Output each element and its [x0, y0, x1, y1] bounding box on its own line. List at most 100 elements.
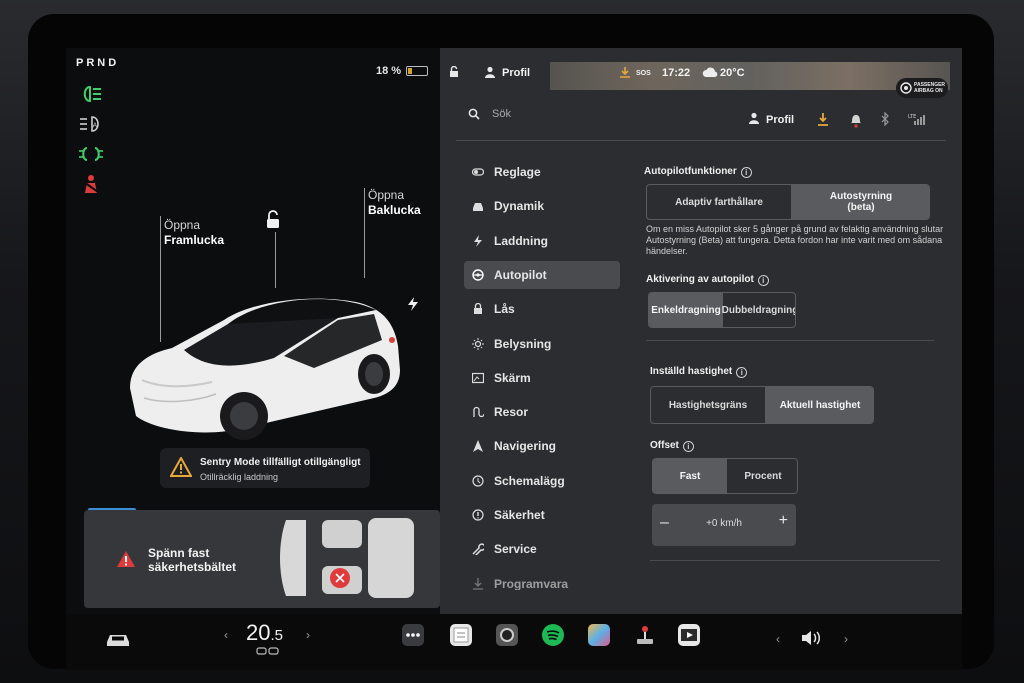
unlock-icon[interactable]	[264, 210, 282, 230]
increase-button[interactable]: +	[779, 512, 788, 530]
lock-status-icon[interactable]	[448, 66, 460, 78]
sentry-mode-notice[interactable]: Sentry Mode tillfälligt otillgängligt Ot…	[160, 448, 370, 488]
frunk-label-2: Framlucka	[164, 233, 225, 247]
steering-wheel-icon	[472, 269, 484, 281]
search-icon[interactable]	[468, 108, 480, 120]
weather-icon	[702, 67, 718, 77]
menu-item-autopilot[interactable]: Autopilot	[464, 260, 620, 289]
menu-item-label: Skärm	[494, 370, 531, 385]
option-speed-limit[interactable]: Hastighetsgräns	[651, 387, 765, 423]
joystick-icon[interactable]	[634, 624, 656, 646]
car-icon[interactable]	[104, 630, 132, 648]
option-adaptive-cruise[interactable]: Adaptiv farthållare	[647, 185, 791, 219]
autopilot-features-title: Autopilotfunktioner i	[644, 166, 752, 178]
seatbelt-alert-card[interactable]: Spänn fast säkerhetsbältet	[84, 510, 440, 608]
toggle-icon	[472, 168, 484, 176]
offset-stepper: – +0 km/h +	[652, 504, 796, 546]
autopilot-features-selector[interactable]: Adaptiv farthållare Autostyrning (beta)	[646, 184, 930, 220]
headlight-icon	[83, 85, 101, 103]
menu-item-label: Navigering	[494, 439, 557, 454]
trunk-callout[interactable]: Öppna Baklucka	[368, 188, 421, 218]
header-profile-icon[interactable]	[748, 112, 760, 124]
menu-item-label: Säkerhet	[494, 508, 545, 522]
option-fixed[interactable]: Fast	[653, 459, 727, 493]
offset-selector[interactable]: Fast Procent	[652, 458, 798, 494]
menu-item-label: Service	[494, 542, 537, 557]
trunk-label-2: Baklucka	[368, 203, 421, 217]
notification-bell-icon[interactable]	[850, 112, 862, 128]
menu-item-sk-rm[interactable]: Skärm	[464, 364, 620, 392]
activation-title-text: Aktivering av autopilot	[646, 274, 754, 285]
volume-icon[interactable]	[800, 628, 824, 648]
autopilot-features-title-text: Autopilotfunktioner	[644, 166, 737, 177]
warning-triangle-icon	[170, 457, 192, 477]
clock: 17:22	[662, 67, 691, 79]
info-icon[interactable]: i	[736, 367, 748, 378]
cabin-temperature-int: 20	[246, 620, 271, 645]
option-current-speed[interactable]: Aktuell hastighet	[765, 387, 873, 423]
notes-icon[interactable]	[450, 624, 472, 646]
seat-heater-icon[interactable]	[256, 646, 280, 656]
car-icon	[473, 203, 483, 212]
volume-up-chevron[interactable]: ›	[844, 632, 848, 646]
spotify-icon[interactable]	[542, 624, 564, 646]
info-icon[interactable]: i	[682, 441, 694, 452]
header-profile-label[interactable]: Profil	[766, 114, 794, 126]
software-update-icon[interactable]	[816, 112, 830, 126]
menu-item-programvara[interactable]: Programvara	[464, 570, 620, 590]
menu-item-schemal-gg[interactable]: Schemalägg	[464, 467, 620, 495]
section-divider	[646, 340, 934, 341]
temp-down-chevron[interactable]: ‹	[224, 628, 228, 642]
option-single-pull[interactable]: Enkeldragning	[649, 293, 723, 327]
activation-title: Aktivering av autopilot i	[646, 274, 769, 286]
menu-item-belysning[interactable]: Belysning	[464, 330, 620, 358]
volume-down-chevron[interactable]: ‹	[776, 632, 780, 646]
menu-item-resor[interactable]: Resor	[464, 398, 620, 426]
passenger-airbag-indicator: PASSENGER AIRBAG ON	[896, 78, 948, 98]
option-double-pull[interactable]: Dubbeldragning	[722, 293, 795, 327]
svg-text:A: A	[93, 122, 98, 130]
navigation-icon	[473, 440, 483, 453]
frunk-callout[interactable]: Öppna Framlucka	[164, 218, 224, 248]
autopilot-strike-notice: Om en miss Autopilot sker 5 gånger på gr…	[646, 224, 944, 256]
temp-up-chevron[interactable]: ›	[306, 628, 310, 642]
menu-item-label: Laddning	[494, 233, 548, 248]
seatbelt-warning-icon	[83, 175, 99, 193]
menu-item-dynamik[interactable]: Dynamik	[464, 192, 620, 220]
toybox-icon[interactable]	[588, 624, 610, 646]
profile-icon[interactable]	[484, 66, 496, 78]
bluetooth-icon[interactable]	[880, 112, 890, 126]
parking-light-icon	[79, 147, 103, 161]
cabin-temperature-dec: .5	[270, 627, 283, 644]
safety-icon	[472, 509, 484, 521]
set-speed-title: Inställd hastighet i	[650, 366, 748, 378]
sentry-title: Sentry Mode tillfälligt otillgängligt	[200, 457, 361, 468]
camera-icon[interactable]	[496, 624, 518, 646]
option-percent[interactable]: Procent	[727, 459, 797, 493]
menu-item-label: Programvara	[494, 576, 569, 590]
menu-item-reglage[interactable]: Reglage	[464, 158, 620, 186]
status-profile-label[interactable]: Profil	[502, 67, 530, 79]
info-icon[interactable]: i	[740, 167, 752, 178]
menu-item-service[interactable]: Service	[464, 535, 620, 563]
cabin-temperature[interactable]: 20.5	[246, 620, 283, 646]
menu-item-label: Belysning	[494, 336, 552, 351]
theater-icon[interactable]	[678, 624, 700, 646]
search-input[interactable]: Sök	[492, 108, 511, 120]
header-divider	[456, 140, 946, 141]
option-autosteer[interactable]: Autostyrning (beta)	[791, 185, 929, 219]
menu-item-navigering[interactable]: Navigering	[464, 432, 620, 460]
seatbelt-alert-line-2: säkerhetsbältet	[148, 560, 237, 574]
auto-headlight-icon: A	[80, 116, 99, 132]
sentry-subtitle: Otillräcklig laddning	[200, 472, 279, 482]
trips-icon	[473, 406, 484, 418]
menu-item-s-kerhet[interactable]: Säkerhet	[464, 501, 620, 529]
set-speed-selector[interactable]: Hastighetsgräns Aktuell hastighet	[650, 386, 874, 424]
menu-item-laddning[interactable]: Laddning	[464, 227, 620, 255]
more-icon[interactable]	[402, 624, 424, 646]
info-icon[interactable]: i	[757, 275, 769, 286]
activation-selector[interactable]: Enkeldragning Dubbeldragning	[648, 292, 796, 328]
menu-item-label: Lås	[494, 302, 515, 317]
download-icon	[473, 577, 483, 590]
menu-item-l-s[interactable]: Lås	[464, 295, 620, 323]
